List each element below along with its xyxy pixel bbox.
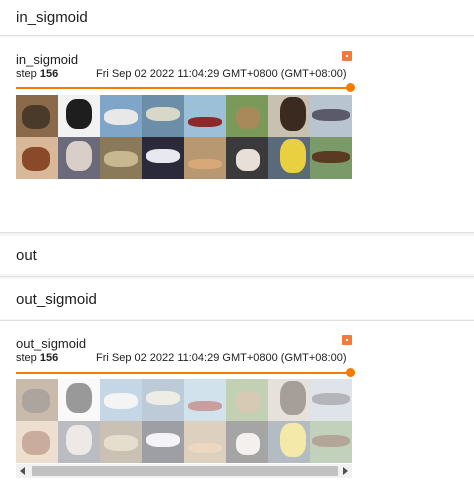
image-thumbnail-yellow-car	[268, 421, 310, 463]
thumbnail-subject	[22, 389, 50, 413]
image-thumbnail-ship-red-hull	[184, 379, 226, 421]
thumbnail-subject	[280, 139, 306, 173]
thumbnail-subject	[146, 149, 180, 163]
image-thumbnail-person-on-horse	[16, 379, 58, 421]
image-thumbnail-brown-horse	[310, 137, 352, 179]
thumbnail-subject	[236, 433, 260, 455]
divider	[0, 232, 474, 233]
thumbnail-subject	[236, 391, 260, 413]
scroll-right-arrow-icon[interactable]	[343, 467, 348, 475]
thumbnail-subject	[280, 381, 306, 415]
card-title: out_sigmoid	[16, 336, 87, 351]
section-header-in-sigmoid[interactable]: in_sigmoid	[0, 0, 474, 35]
section-title: out_sigmoid	[16, 290, 97, 308]
step-label: step	[16, 68, 37, 80]
image-thumbnail-brown-horse	[310, 421, 352, 463]
image-thumbnail-airplane-flying	[142, 95, 184, 137]
section-header-out-sigmoid[interactable]: out_sigmoid	[0, 279, 474, 319]
expand-icon[interactable]	[342, 51, 352, 61]
divider	[0, 276, 474, 277]
image-thumbnail-dog-brown	[184, 137, 226, 179]
step-slider-knob[interactable]	[346, 83, 355, 92]
image-thumbnail-jet-airplane	[310, 379, 352, 421]
image-thumbnail-white-cat	[142, 421, 184, 463]
timestamp: Fri Sep 02 2022 11:04:29 GMT+0800 (GMT+0…	[96, 68, 347, 80]
image-thumbnail-dog-face	[58, 421, 100, 463]
image-thumbnail-black-white-dog	[58, 95, 100, 137]
thumbnail-subject	[188, 401, 222, 411]
thumbnail-subject	[22, 431, 50, 455]
image-panel-out-sigmoid: out_sigmoid step 156 Fri Sep 02 2022 11:…	[0, 321, 474, 500]
step-value: 156	[39, 68, 59, 80]
thumbnail-subject	[236, 149, 260, 171]
thumbnail-subject	[146, 433, 180, 447]
thumbnail-subject	[22, 147, 50, 171]
image-thumbnail-dark-horse	[268, 95, 310, 137]
image-thumbnail-boat-on-water	[100, 95, 142, 137]
image-thumbnail-jet-airplane	[310, 95, 352, 137]
image-thumbnail-ship-red-hull	[184, 95, 226, 137]
image-thumbnail-person-on-horse	[16, 95, 58, 137]
scroll-left-arrow-icon[interactable]	[20, 467, 25, 475]
image-thumbnail-cat-orange	[16, 137, 58, 179]
timestamp: Fri Sep 02 2022 11:04:29 GMT+0800 (GMT+0…	[96, 352, 347, 364]
thumbnail-subject	[104, 435, 138, 451]
thumbnail-subject	[66, 99, 92, 129]
thumbnail-subject	[66, 383, 92, 413]
image-panel-in-sigmoid: in_sigmoid step 156 Fri Sep 02 2022 11:0…	[0, 37, 474, 232]
section-title: out	[16, 246, 37, 264]
thumbnail-subject	[312, 435, 350, 447]
image-thumbnail-puppy-black-white	[226, 421, 268, 463]
section-header-out[interactable]: out	[0, 236, 474, 274]
image-thumbnail-dog-face	[58, 137, 100, 179]
image-thumbnail-cat-tabby	[100, 421, 142, 463]
step-slider-track[interactable]	[16, 87, 350, 89]
horizontal-scrollbar[interactable]	[16, 464, 352, 478]
image-thumbnail-boat-on-water	[100, 379, 142, 421]
image-thumbnail-deer-in-grass	[226, 379, 268, 421]
image-thumbnail-black-white-dog	[58, 379, 100, 421]
thumbnail-subject	[312, 151, 350, 163]
step-indicator: step 156	[16, 352, 58, 364]
image-thumbnail-white-cat	[142, 137, 184, 179]
thumbnail-subject	[188, 117, 222, 127]
thumbnail-subject	[104, 151, 138, 167]
scrollbar-thumb[interactable]	[32, 466, 338, 476]
section-title: in_sigmoid	[16, 9, 88, 26]
thumbnail-subject	[312, 109, 350, 121]
thumbnail-subject	[22, 105, 50, 129]
thumbnail-subject	[146, 391, 180, 405]
thumbnail-subject	[188, 443, 222, 453]
thumbnail-subject	[188, 159, 222, 169]
thumbnail-subject	[280, 423, 306, 457]
thumbnail-subject	[66, 425, 92, 455]
image-thumbnail-dark-horse	[268, 379, 310, 421]
step-slider-knob[interactable]	[346, 368, 355, 377]
thumbnail-subject	[104, 109, 138, 125]
thumbnail-subject	[236, 107, 260, 129]
thumbnail-subject	[104, 393, 138, 409]
divider	[0, 35, 474, 36]
thumbnail-subject	[146, 107, 180, 121]
image-thumbnail-airplane-flying	[142, 379, 184, 421]
thumbnail-subject	[66, 141, 92, 171]
image-thumbnail-dog-brown	[184, 421, 226, 463]
image-thumbnail-cat-orange	[16, 421, 58, 463]
card-title: in_sigmoid	[16, 52, 79, 67]
image-thumbnail-yellow-car	[268, 137, 310, 179]
image-thumbnail-deer-in-grass	[226, 95, 268, 137]
step-value: 156	[39, 352, 59, 364]
thumbnail-subject	[312, 393, 350, 405]
thumbnail-subject	[280, 97, 306, 131]
image-thumbnail-puppy-black-white	[226, 137, 268, 179]
step-slider-track[interactable]	[16, 372, 350, 374]
step-label: step	[16, 352, 37, 364]
expand-icon[interactable]	[342, 335, 352, 345]
image-grid	[16, 95, 352, 179]
image-grid	[16, 379, 352, 463]
step-indicator: step 156	[16, 68, 58, 80]
image-thumbnail-cat-tabby	[100, 137, 142, 179]
